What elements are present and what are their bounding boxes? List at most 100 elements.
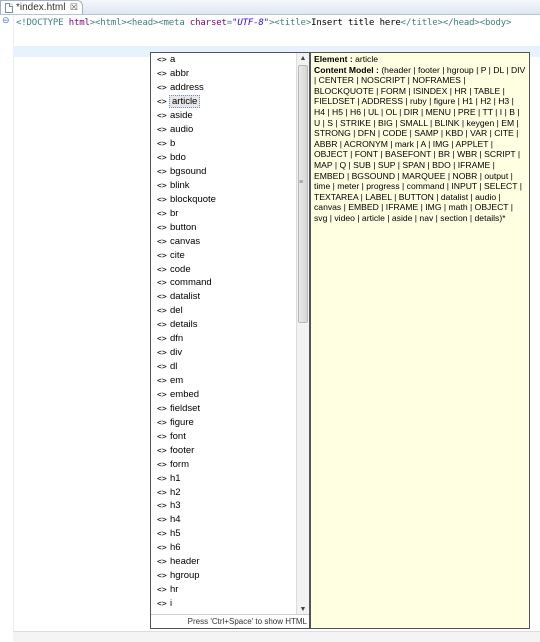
proposal-item-h3[interactable]: <> h3 <box>151 499 294 513</box>
proposal-item-fieldset[interactable]: <> fieldset <box>151 401 294 415</box>
proposal-item-article[interactable]: <> article <box>151 95 294 109</box>
proposal-item-cite[interactable]: <> cite <box>151 248 294 262</box>
proposal-label: form <box>170 458 189 470</box>
proposal-label: figure <box>170 416 194 428</box>
proposal-item-audio[interactable]: <> audio <box>151 123 294 137</box>
proposal-label: hr <box>170 584 179 596</box>
html-tag-icon: <> <box>157 153 167 163</box>
proposal-item-code[interactable]: <> code <box>151 262 294 276</box>
html-tag-icon: <> <box>157 431 167 441</box>
proposal-label: br <box>170 207 179 219</box>
proposal-list[interactable]: <> a <> abbr <> address <> article <> aside <> audi… <box>151 53 294 615</box>
proposal-label: code <box>170 263 191 275</box>
proposal-item-header[interactable]: <> header <box>151 555 294 569</box>
html-tag-icon: <> <box>157 348 167 358</box>
html-tag-icon: <> <box>157 501 167 511</box>
html-tag-icon: <> <box>157 473 167 483</box>
proposal-item-bgsound[interactable]: <> bgsound <box>151 165 294 179</box>
proposal-item-hr[interactable]: <> hr <box>151 583 294 597</box>
proposal-item-i[interactable]: <> i <box>151 597 294 611</box>
proposal-label: blockquote <box>170 193 216 205</box>
proposal-item-figure[interactable]: <> figure <box>151 415 294 429</box>
proposal-label: aside <box>170 110 193 122</box>
html-tag-icon: <> <box>157 83 167 93</box>
proposal-label: h1 <box>170 472 181 484</box>
proposal-item-h5[interactable]: <> h5 <box>151 527 294 541</box>
proposal-label: a <box>170 54 176 66</box>
html-tag-icon: <> <box>157 459 167 469</box>
proposal-label: button <box>170 221 197 233</box>
popup-status-hint[interactable]: Press 'Ctrl+Space' to show HTML <box>151 614 309 628</box>
proposal-item-div[interactable]: <> div <box>151 346 294 360</box>
proposal-label: dfn <box>170 333 184 345</box>
proposal-item-button[interactable]: <> button <box>151 220 294 234</box>
proposal-label: div <box>170 347 183 359</box>
code-token: ><title> <box>268 18 312 28</box>
scroll-up-arrow-icon[interactable]: ▲ <box>297 53 309 64</box>
proposal-item-embed[interactable]: <> embed <box>151 388 294 402</box>
proposal-item-details[interactable]: <> details <box>151 318 294 332</box>
editor-horizontal-scrollbar[interactable] <box>13 631 540 642</box>
html-tag-icon: <> <box>157 376 167 386</box>
proposal-label: h2 <box>170 486 181 498</box>
proposal-item-command[interactable]: <> command <box>151 276 294 290</box>
close-tab-icon[interactable]: ☒ <box>70 2 78 13</box>
code-token: </title></head><body> <box>400 18 512 28</box>
proposal-label: dl <box>170 361 178 373</box>
html-tag-icon: <> <box>157 557 167 567</box>
html-tag-icon: <> <box>157 571 167 581</box>
code-token: Insert title here <box>311 18 401 28</box>
html-tag-icon: <> <box>157 599 167 609</box>
content-assist-popup: <> a <> abbr <> address <> article <> aside <> audi… <box>150 52 310 629</box>
html-tag-icon: <> <box>157 417 167 427</box>
proposal-item-bdo[interactable]: <> bdo <box>151 151 294 165</box>
proposal-item-hgroup[interactable]: <> hgroup <box>151 569 294 583</box>
proposal-item-dl[interactable]: <> dl <box>151 360 294 374</box>
proposal-item-address[interactable]: <> address <box>151 81 294 95</box>
html-tag-icon: <> <box>157 334 167 344</box>
proposal-item-h1[interactable]: <> h1 <box>151 471 294 485</box>
code-token: html <box>68 18 90 28</box>
proposal-item-abbr[interactable]: <> abbr <box>151 67 294 81</box>
html-tag-icon: <> <box>157 292 167 302</box>
proposal-item-dfn[interactable]: <> dfn <box>151 332 294 346</box>
html-tag-icon: <> <box>157 306 167 316</box>
proposal-label: audio <box>170 124 194 136</box>
proposal-item-aside[interactable]: <> aside <box>151 109 294 123</box>
editor-tab-bar: *index.html ☒ <box>0 0 540 15</box>
proposal-item-form[interactable]: <> form <box>151 457 294 471</box>
proposal-item-h4[interactable]: <> h4 <box>151 513 294 527</box>
proposal-item-canvas[interactable]: <> canvas <box>151 234 294 248</box>
editor-tab-index-html[interactable]: *index.html ☒ <box>0 0 83 14</box>
html-tag-icon: <> <box>157 194 167 204</box>
html-tag-icon: <> <box>157 222 167 232</box>
html-tag-icon: <> <box>157 529 167 539</box>
proposal-label: hgroup <box>170 570 200 582</box>
collapse-marker-icon[interactable]: ⊖ <box>2 16 10 25</box>
proposal-item-h2[interactable]: <> h2 <box>151 485 294 499</box>
code-token: <!DOCTYPE <box>16 18 69 28</box>
proposal-item-del[interactable]: <> del <box>151 304 294 318</box>
proposal-item-datalist[interactable]: <> datalist <box>151 290 294 304</box>
proposal-label: canvas <box>170 235 201 247</box>
proposal-item-blockquote[interactable]: <> blockquote <box>151 192 294 206</box>
proposal-item-footer[interactable]: <> footer <box>151 443 294 457</box>
code-line-1[interactable]: <!DOCTYPE html><html><head><meta charset… <box>16 18 511 28</box>
proposal-label: fieldset <box>170 402 201 414</box>
proposal-label: datalist <box>170 291 201 303</box>
html-tag-icon: <> <box>157 362 167 372</box>
proposal-label: address <box>170 82 204 94</box>
proposal-item-br[interactable]: <> br <box>151 206 294 220</box>
proposal-item-blink[interactable]: <> blink <box>151 178 294 192</box>
scroll-thumb[interactable] <box>298 65 308 323</box>
html-tag-icon: <> <box>157 278 167 288</box>
proposal-label: abbr <box>170 68 190 80</box>
proposal-item-em[interactable]: <> em <box>151 374 294 388</box>
proposal-item-font[interactable]: <> font <box>151 429 294 443</box>
proposal-label: del <box>170 305 183 317</box>
html-tag-icon: <> <box>157 208 167 218</box>
proposal-item-b[interactable]: <> b <box>151 137 294 151</box>
proposal-item-h6[interactable]: <> h6 <box>151 541 294 555</box>
proposal-item-a[interactable]: <> a <box>151 53 294 67</box>
proposal-scrollbar[interactable]: ▲ ≡ ▼ <box>296 53 309 615</box>
